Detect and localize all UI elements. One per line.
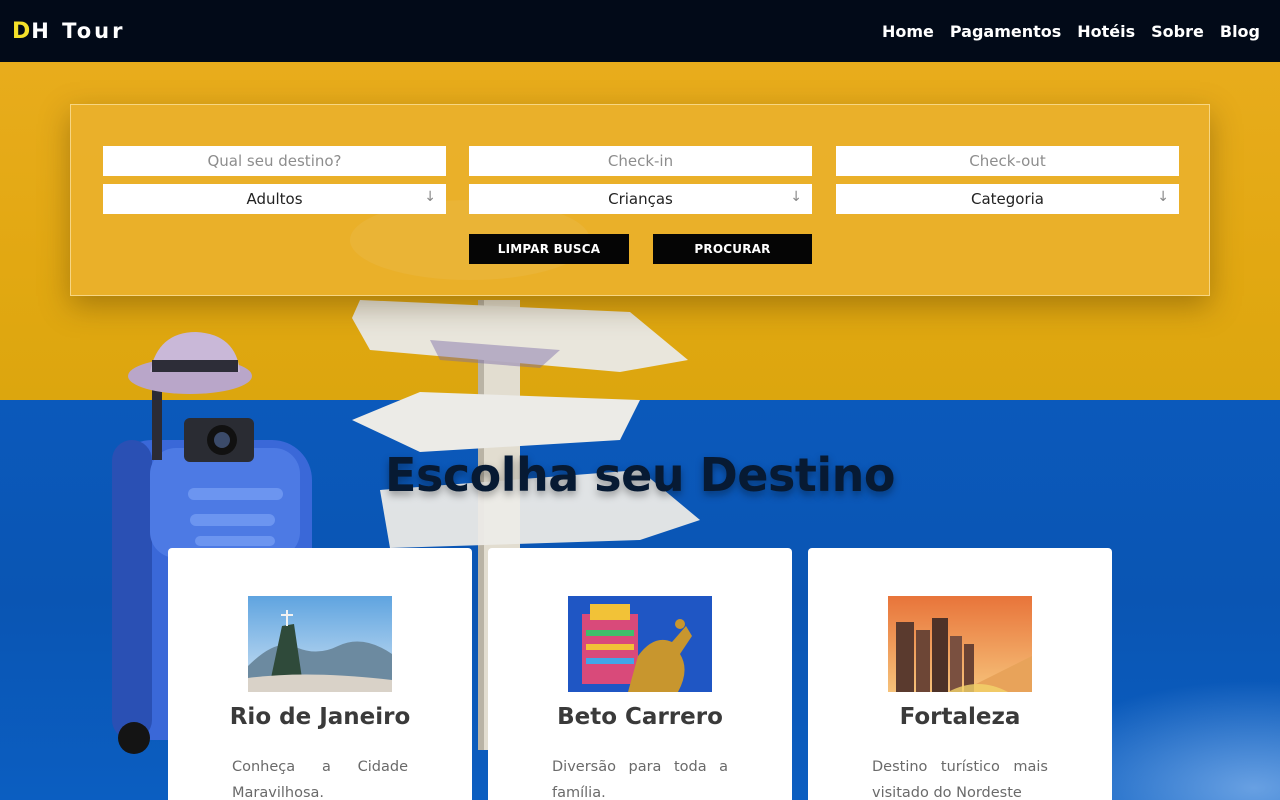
destination-card-rio[interactable]: Rio de Janeiro Conheça a Cidade Maravilh… [168,548,472,800]
nav-link-blog[interactable]: Blog [1220,22,1260,41]
card-title: Rio de Janeiro [229,704,411,730]
checkin-field[interactable] [469,146,812,176]
main-nav: Home Pagamentos Hotéis Sobre Blog [882,22,1260,41]
beto-carrero-image [568,596,712,692]
arrow-down-icon: ↓ [424,189,436,205]
destination-card-fortaleza[interactable]: Fortaleza Destino turístico mais visitad… [808,548,1112,800]
checkin-input[interactable] [469,146,812,176]
search-button[interactable]: PROCURAR [653,234,812,264]
destination-input[interactable] [103,146,446,176]
search-panel: Adultos ↓ Crianças ↓ Categoria ↓ LIMPAR … [70,104,1210,296]
category-select[interactable]: Categoria ↓ [836,184,1179,214]
nav-link-pagamentos[interactable]: Pagamentos [950,22,1061,41]
children-select[interactable]: Crianças ↓ [469,184,812,214]
adults-select[interactable]: Adultos ↓ [103,184,446,214]
adults-select-value: Adultos [246,190,303,208]
category-select-value: Categoria [970,190,1044,208]
nav-link-hoteis[interactable]: Hotéis [1077,22,1135,41]
card-description: Destino turístico mais visitado do Norde… [872,759,1048,800]
arrow-down-icon: ↓ [790,189,802,205]
checkout-input[interactable] [836,146,1179,176]
card-title: Beto Carrero [557,704,723,730]
card-description: Conheça a Cidade Maravilhosa. [232,759,408,800]
fortaleza-image [888,596,1032,692]
signpost-arrow-left [352,392,640,452]
arrow-down-icon: ↓ [1157,189,1169,205]
card-description: Diversão para toda a família. [552,759,728,800]
destinations-title: Escolha seu Destino [385,448,895,502]
nav-link-home[interactable]: Home [882,22,934,41]
clear-search-button[interactable]: LIMPAR BUSCA [469,234,629,264]
brand-logo[interactable]: DH Tour [12,19,125,44]
card-title: Fortaleza [899,704,1021,730]
rio-de-janeiro-image [248,596,392,692]
destination-card-beto-carrero[interactable]: Beto Carrero Diversão para toda a famíli… [488,548,792,800]
destination-field[interactable] [103,146,446,176]
logo-initial: D [12,18,32,44]
logo-text: H Tour [31,18,126,43]
children-select-value: Crianças [608,190,673,208]
nav-link-sobre[interactable]: Sobre [1151,22,1204,41]
checkout-field[interactable] [836,146,1179,176]
top-navbar: DH Tour Home Pagamentos Hotéis Sobre Blo… [0,0,1280,62]
